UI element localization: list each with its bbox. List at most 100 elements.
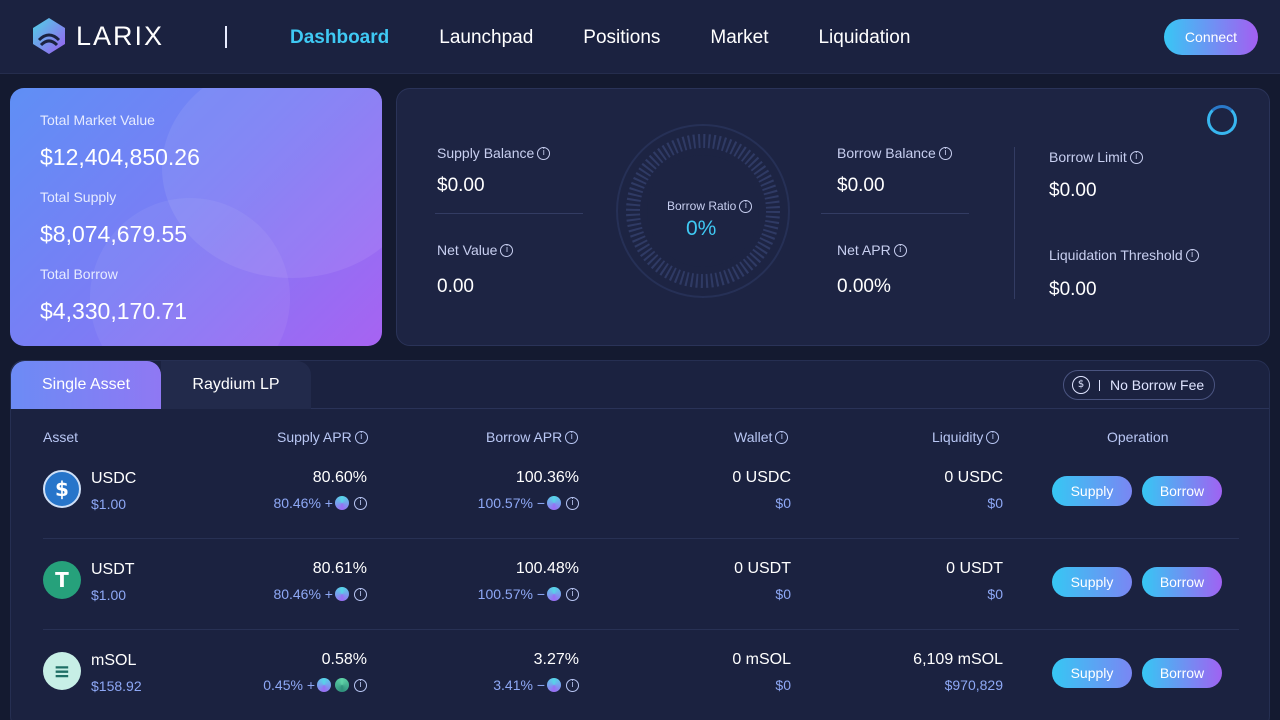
borrow-apr-detail: 3.41% − i: [493, 677, 579, 693]
borrow-ratio-label: Borrow Ratio i: [667, 199, 753, 213]
header-asset-text: Asset: [43, 429, 79, 445]
wallet-usd: $0: [775, 586, 791, 602]
supply-apr: 80.60%: [312, 469, 367, 486]
borrow-button[interactable]: Borrow: [1142, 476, 1222, 506]
info-icon[interactable]: i: [566, 678, 579, 692]
no-borrow-fee-filter[interactable]: $ No Borrow Fee: [1063, 370, 1215, 400]
info-icon[interactable]: i: [739, 199, 753, 213]
supply-button[interactable]: Supply: [1052, 658, 1132, 688]
no-fee-icon: $: [1072, 376, 1090, 394]
borrow-apr-base: 3.41% −: [493, 677, 545, 693]
info-icon[interactable]: i: [1129, 150, 1143, 164]
tab-bar: Single Asset Raydium LP $ No Borrow Fee: [11, 361, 1269, 409]
info-icon[interactable]: i: [1185, 248, 1199, 262]
total-market-value: $12,404,850.26: [40, 144, 200, 170]
header-divider: [225, 26, 227, 48]
brand-name: LARIX: [76, 20, 165, 51]
main-nav: Dashboard Launchpad Positions Market Liq…: [290, 26, 960, 50]
table-row[interactable]: ≡ mSOL $158.92 0.58% 0.45% + i 3.27% 3.4…: [11, 630, 1269, 720]
asset-price: $1.00: [91, 496, 127, 512]
liquidation-threshold-text: Liquidation Threshold: [1049, 247, 1183, 263]
header-supply-apr-text: Supply APR: [277, 429, 352, 445]
supply-apr: 0.58%: [321, 651, 367, 668]
info-icon[interactable]: i: [500, 243, 514, 257]
borrow-limit-value: $0.00: [1049, 180, 1097, 201]
info-icon[interactable]: i: [938, 146, 952, 160]
asset-price: $158.92: [91, 678, 142, 694]
liquidity-usd: $0: [987, 586, 1003, 602]
borrow-ratio-value: 0%: [686, 217, 717, 240]
info-icon[interactable]: i: [893, 243, 907, 257]
info-icon[interactable]: i: [566, 496, 579, 510]
borrow-apr-base: 100.57% −: [477, 495, 545, 511]
asset-name: mSOL: [91, 652, 137, 669]
info-icon[interactable]: i: [354, 496, 367, 510]
asset-table-panel: Single Asset Raydium LP $ No Borrow Fee …: [10, 360, 1270, 720]
brand-logo[interactable]: LARIX: [30, 16, 164, 56]
nav-positions[interactable]: Positions: [583, 26, 660, 50]
marinade-token-icon: [335, 678, 349, 692]
net-apr-text: Net APR: [837, 242, 891, 258]
liquidity-usd: $970,829: [944, 677, 1003, 693]
info-icon[interactable]: i: [354, 587, 367, 601]
header-asset: Asset: [43, 429, 78, 445]
supply-apr-base: 80.46% +: [273, 586, 333, 602]
asset-name: USDC: [91, 470, 137, 487]
usdt-icon: T: [43, 561, 81, 599]
table-row[interactable]: $ USDC $1.00 80.60% 80.46% + i 100.36% 1…: [11, 448, 1269, 539]
market-summary-card: Total Market Value $12,404,850.26 Total …: [10, 88, 382, 346]
larix-token-icon: [317, 678, 331, 692]
supply-apr: 80.61%: [312, 560, 367, 577]
no-borrow-fee-label: No Borrow Fee: [1110, 377, 1205, 393]
borrow-apr: 100.48%: [515, 560, 579, 577]
borrow-button[interactable]: Borrow: [1142, 658, 1222, 688]
borrow-apr: 3.27%: [533, 651, 579, 668]
header-wallet-text: Wallet: [734, 429, 773, 445]
supply-apr-detail: 80.46% + i: [273, 586, 367, 602]
larix-token-icon: [335, 587, 349, 601]
total-supply-label: Total Supply: [40, 189, 117, 205]
info-icon[interactable]: i: [775, 430, 789, 444]
net-value-value: 0.00: [437, 276, 474, 297]
net-value-text: Net Value: [437, 242, 498, 258]
info-icon[interactable]: i: [565, 430, 579, 444]
borrow-apr-detail: 100.57% − i: [478, 495, 579, 511]
supply-balance-label: Supply Balance i: [437, 145, 551, 161]
tab-raydium-lp[interactable]: Raydium LP: [161, 361, 311, 409]
nav-dashboard[interactable]: Dashboard: [290, 26, 389, 50]
larix-logo-icon: [33, 18, 65, 54]
wallet-amount: 0 mSOL: [732, 651, 791, 668]
separator: [1099, 379, 1100, 391]
asset-name: USDT: [91, 561, 135, 578]
header-borrow-apr[interactable]: Borrow APR i: [486, 429, 579, 445]
info-icon[interactable]: i: [566, 587, 579, 601]
supply-apr-base: 80.46% +: [273, 495, 333, 511]
top-header: LARIX Dashboard Launchpad Positions Mark…: [0, 0, 1280, 74]
nav-market[interactable]: Market: [710, 26, 768, 50]
nav-launchpad[interactable]: Launchpad: [439, 26, 533, 50]
table-row[interactable]: T USDT $1.00 80.61% 80.46% + i 100.48% 1…: [11, 539, 1269, 630]
info-icon[interactable]: i: [354, 430, 368, 444]
liquidation-threshold-value: $0.00: [1049, 279, 1097, 300]
supply-button[interactable]: Supply: [1052, 476, 1132, 506]
header-borrow-apr-text: Borrow APR: [486, 429, 563, 445]
header-liquidity-text: Liquidity: [932, 429, 984, 445]
header-liquidity[interactable]: Liquidity i: [932, 429, 1000, 445]
connect-wallet-button[interactable]: Connect: [1164, 19, 1258, 55]
supply-button[interactable]: Supply: [1052, 567, 1132, 597]
divider: [821, 213, 969, 214]
header-supply-apr[interactable]: Supply APR i: [277, 429, 368, 445]
total-borrow-label: Total Borrow: [40, 266, 118, 282]
liquidity-amount: 6,109 mSOL: [913, 651, 1003, 668]
info-icon[interactable]: i: [986, 430, 1000, 444]
total-market-value-label: Total Market Value: [40, 112, 155, 128]
supply-apr-detail: 0.45% + i: [263, 677, 367, 693]
nav-liquidation[interactable]: Liquidation: [818, 26, 910, 50]
info-icon[interactable]: i: [537, 146, 551, 160]
borrow-balance-value: $0.00: [837, 175, 885, 196]
borrow-button[interactable]: Borrow: [1142, 567, 1222, 597]
wallet-amount: 0 USDT: [734, 560, 791, 577]
info-icon[interactable]: i: [354, 678, 367, 692]
header-wallet[interactable]: Wallet i: [734, 429, 789, 445]
tab-single-asset[interactable]: Single Asset: [11, 361, 161, 409]
